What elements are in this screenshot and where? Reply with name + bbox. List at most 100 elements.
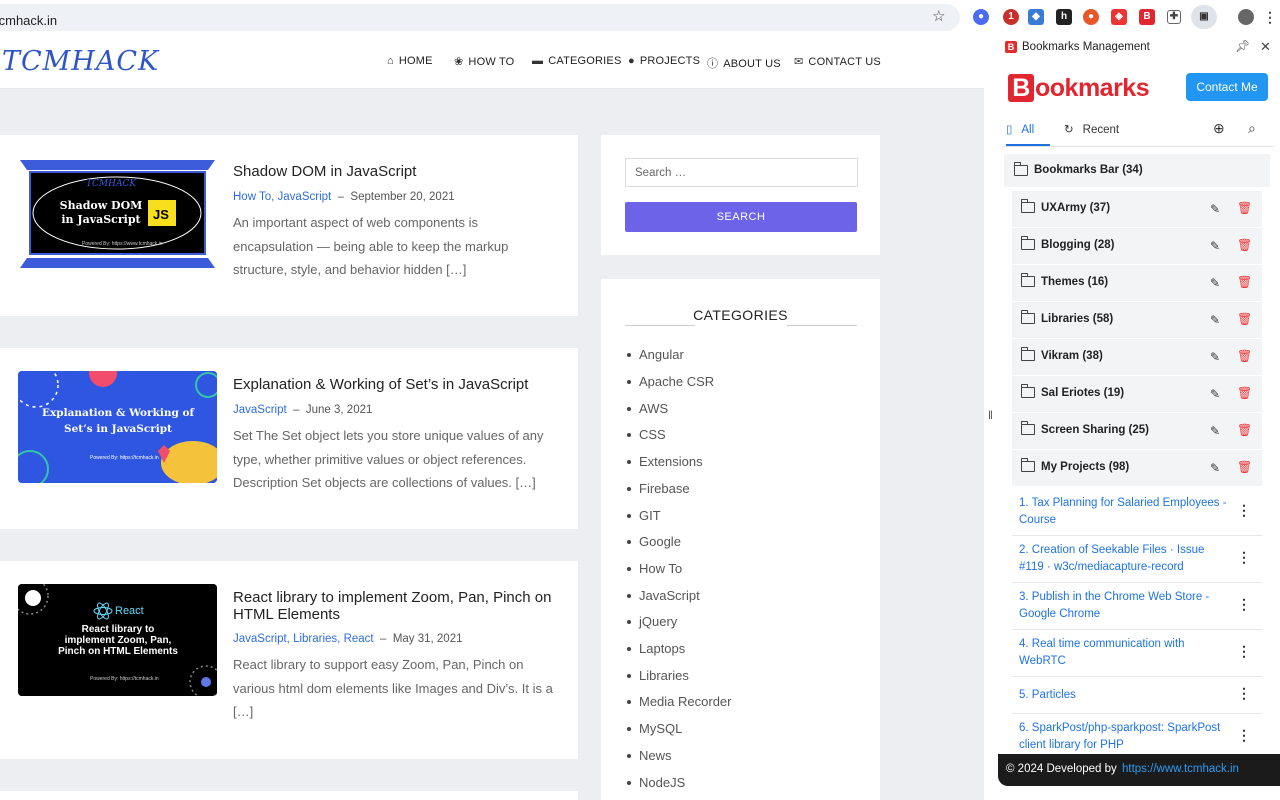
- category-link[interactable]: GIT: [627, 508, 661, 523]
- side-panel-icon[interactable]: ▣: [1191, 5, 1217, 29]
- category-link[interactable]: JavaScript: [627, 588, 700, 603]
- bookmark-link[interactable]: 6. SparkPost/php-sparkpost: SparkPost cl…: [1019, 720, 1229, 754]
- delete-icon[interactable]: 🗑︎: [1237, 201, 1252, 215]
- post-title[interactable]: Shadow DOM in JavaScript: [233, 163, 563, 180]
- extension-shield-icon[interactable]: ◈: [1111, 9, 1127, 25]
- category-link[interactable]: Firebase: [627, 481, 690, 496]
- extension-badge-icon[interactable]: 1: [1003, 9, 1019, 25]
- drag-handle-icon[interactable]: ‖: [988, 408, 993, 422]
- add-circle-icon[interactable]: ⊕: [1213, 120, 1225, 137]
- category-link[interactable]: AWS: [627, 401, 668, 416]
- category-link[interactable]: NodeJS: [627, 775, 685, 790]
- delete-icon[interactable]: 🗑︎: [1237, 349, 1252, 363]
- delete-icon[interactable]: 🗑︎: [1237, 423, 1252, 437]
- post-title[interactable]: React library to implement Zoom, Pan, Pi…: [233, 589, 563, 623]
- more-vert-icon[interactable]: ⋮: [1237, 727, 1251, 744]
- category-link[interactable]: News: [627, 748, 672, 763]
- delete-icon[interactable]: 🗑︎: [1237, 460, 1252, 474]
- address-bar[interactable]: ≎ tcmhack.in: [0, 4, 960, 31]
- extension-icon[interactable]: ●: [1083, 9, 1099, 25]
- url-text[interactable]: tcmhack.in: [0, 13, 57, 28]
- edit-icon[interactable]: ✎: [1210, 276, 1220, 290]
- bookmarks-side-panel: B Bookmarks Management 📌︎ ✕ Bookmarks Co…: [998, 34, 1280, 800]
- home-icon: ⌂: [387, 55, 394, 67]
- more-vert-icon[interactable]: ⋮: [1237, 502, 1251, 519]
- folder-row[interactable]: Themes (16) ✎ 🗑︎: [1012, 265, 1262, 302]
- site-logo[interactable]: TCMHACK: [2, 46, 159, 77]
- search-button[interactable]: SEARCH: [625, 202, 857, 232]
- category-link[interactable]: jQuery: [627, 614, 677, 629]
- post-thumbnail[interactable]: TCMHACK Shadow DOM in JavaScript JS Powe…: [18, 158, 217, 270]
- more-vert-icon[interactable]: ⋮: [1237, 685, 1251, 702]
- nav-contact-us[interactable]: ✉ CONTACT US: [794, 55, 881, 68]
- nav-categories[interactable]: ▬ CATEGORIES: [532, 55, 622, 67]
- folder-row[interactable]: Vikram (38) ✎ 🗑︎: [1012, 339, 1262, 376]
- post-title[interactable]: Explanation & Working of Set’s in JavaSc…: [233, 376, 563, 393]
- delete-icon[interactable]: 🗑︎: [1237, 238, 1252, 252]
- profile-avatar[interactable]: [1238, 9, 1254, 25]
- category-link[interactable]: Libraries: [627, 668, 689, 683]
- chrome-menu-icon[interactable]: ⋮: [1262, 9, 1278, 25]
- delete-icon[interactable]: 🗑︎: [1237, 275, 1252, 289]
- folder-icon: ▬: [532, 55, 544, 67]
- folder-row[interactable]: Sal Eriotes (19) ✎ 🗑︎: [1012, 376, 1262, 413]
- post-categories[interactable]: JavaScript: [233, 404, 287, 416]
- delete-icon[interactable]: 🗑︎: [1237, 386, 1252, 400]
- footer-link[interactable]: https://www.tcmhack.in: [1122, 763, 1239, 775]
- edit-icon[interactable]: ✎: [1210, 350, 1220, 364]
- bookmarks-extension-icon[interactable]: B: [1139, 9, 1155, 25]
- nav-about-us[interactable]: ⓘ ABOUT US: [707, 55, 781, 71]
- extension-icon[interactable]: ◆: [1028, 9, 1044, 25]
- more-vert-icon[interactable]: ⋮: [1237, 596, 1251, 613]
- post-categories[interactable]: JavaScript, Libraries, React: [233, 633, 374, 645]
- folder-row[interactable]: My Projects (98) ✎ 🗑︎: [1012, 450, 1262, 487]
- post-categories[interactable]: How To, JavaScript: [233, 191, 331, 203]
- edit-icon[interactable]: ✎: [1210, 202, 1220, 216]
- tab-recent[interactable]: ↻ Recent: [1064, 122, 1119, 136]
- extension-icon[interactable]: ●: [973, 9, 989, 25]
- bookmark-star-icon[interactable]: ☆: [932, 7, 945, 25]
- extension-h-icon[interactable]: h: [1056, 9, 1072, 25]
- info-icon: ⓘ: [707, 58, 719, 70]
- close-icon[interactable]: ✕: [1260, 39, 1271, 55]
- category-link[interactable]: Angular: [627, 347, 684, 362]
- edit-icon[interactable]: ✎: [1210, 239, 1220, 253]
- contact-me-button[interactable]: Contact Me: [1186, 73, 1268, 101]
- edit-icon[interactable]: ✎: [1210, 387, 1220, 401]
- category-link[interactable]: MySQL: [627, 721, 682, 736]
- edit-icon[interactable]: ✎: [1210, 313, 1220, 327]
- category-link[interactable]: Media Recorder: [627, 694, 732, 709]
- bookmark-link[interactable]: 4. Real time communication with WebRTC: [1019, 636, 1229, 670]
- post-thumbnail[interactable]: Explanation & Working of Set’s in JavaSc…: [18, 371, 217, 483]
- search-icon[interactable]: ⌕: [1248, 120, 1256, 137]
- folder-row[interactable]: Libraries (58) ✎ 🗑︎: [1012, 302, 1262, 339]
- folder-row[interactable]: UXArmy (37) ✎ 🗑︎: [1012, 191, 1262, 228]
- pin-icon[interactable]: 📌︎: [1235, 39, 1250, 53]
- nav-projects[interactable]: ● PROJECTS: [628, 55, 700, 67]
- category-link[interactable]: Extensions: [627, 454, 703, 469]
- search-input[interactable]: Search …: [625, 158, 858, 187]
- bookmarks-bar-folder[interactable]: Bookmarks Bar (34): [1004, 154, 1270, 187]
- side-panel-resize-handle[interactable]: ‖: [984, 34, 998, 800]
- edit-icon[interactable]: ✎: [1210, 461, 1220, 475]
- nav-home[interactable]: ⌂ HOME: [387, 55, 433, 67]
- more-vert-icon[interactable]: ⋮: [1237, 549, 1251, 566]
- category-link[interactable]: Laptops: [627, 641, 685, 656]
- bookmark-link[interactable]: 5. Particles: [1019, 687, 1229, 704]
- post-thumbnail[interactable]: React React library to implement Zoom, P…: [18, 584, 217, 696]
- category-link[interactable]: How To: [627, 561, 682, 576]
- folder-row[interactable]: Blogging (28) ✎ 🗑︎: [1012, 228, 1262, 265]
- bookmark-link[interactable]: 2. Creation of Seekable Files · Issue #1…: [1019, 542, 1229, 576]
- bookmark-link[interactable]: 3. Publish in the Chrome Web Store - Goo…: [1019, 589, 1229, 623]
- delete-icon[interactable]: 🗑︎: [1237, 312, 1252, 326]
- folder-row[interactable]: Screen Sharing (25) ✎ 🗑︎: [1012, 413, 1262, 450]
- tab-all[interactable]: ▯ All: [1006, 122, 1034, 136]
- edit-icon[interactable]: ✎: [1210, 424, 1220, 438]
- category-link[interactable]: Google: [627, 534, 681, 549]
- extensions-puzzle-icon[interactable]: ✚: [1167, 10, 1181, 24]
- bookmark-link[interactable]: 1. Tax Planning for Salaried Employees -…: [1019, 495, 1229, 529]
- category-link[interactable]: CSS: [627, 427, 666, 442]
- nav-how-to[interactable]: ❀ HOW TO: [454, 55, 514, 68]
- more-vert-icon[interactable]: ⋮: [1237, 643, 1251, 660]
- category-link[interactable]: Apache CSR: [627, 374, 714, 389]
